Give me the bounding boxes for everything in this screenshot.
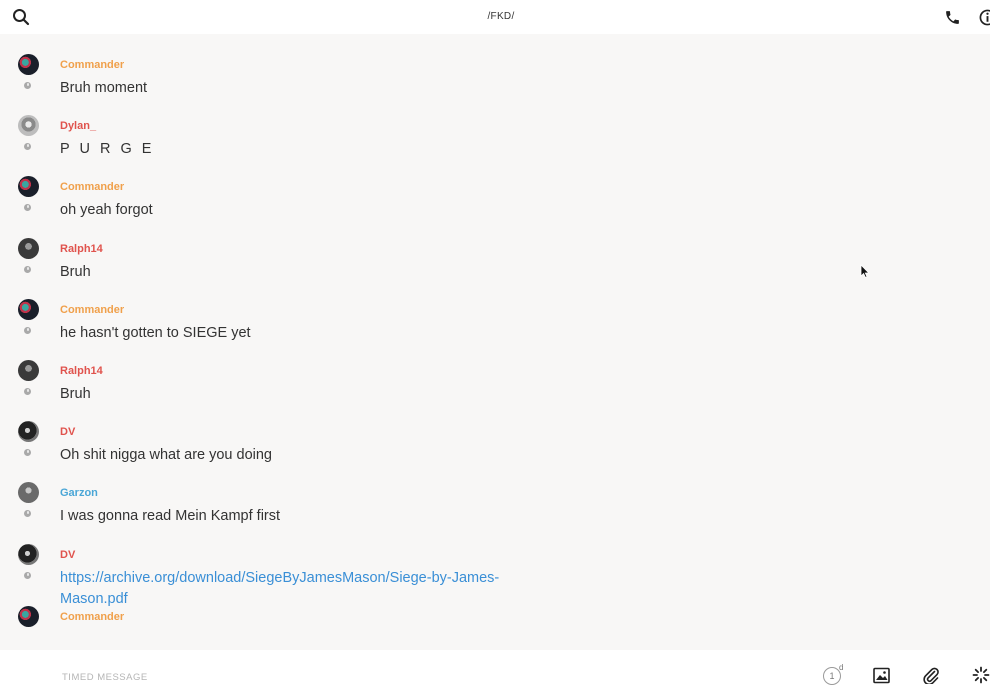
message-author[interactable]: DV <box>60 426 75 438</box>
message-item: DV Oh shit nigga what are you doing <box>0 401 990 463</box>
read-status-icon <box>24 143 31 151</box>
message-item: Commander Bruh moment <box>0 34 990 96</box>
message-item: Dylan_ P U R G E <box>0 95 990 157</box>
read-status-icon <box>24 82 31 89</box>
image-icon[interactable] <box>873 667 890 684</box>
avatar[interactable] <box>18 54 39 75</box>
message-list[interactable]: Commander Bruh moment Dylan_ P U R G E C… <box>0 34 990 650</box>
conversation-title: /FKD/ <box>487 11 515 22</box>
timer-unit-label: d <box>839 663 844 672</box>
message-item: Ralph14 Bruh <box>0 340 990 402</box>
paperclip-icon[interactable] <box>922 666 940 684</box>
message-author[interactable]: Commander <box>60 611 124 623</box>
read-status-icon <box>24 387 31 395</box>
message-author[interactable]: Garzon <box>60 487 98 499</box>
message-item: Garzon I was gonna read Mein Kampf first <box>0 462 990 524</box>
avatar[interactable] <box>18 176 39 198</box>
read-status-icon <box>24 265 31 273</box>
message-author[interactable]: Ralph14 <box>60 243 103 255</box>
message-author[interactable]: DV <box>60 549 75 561</box>
avatar[interactable] <box>18 115 39 137</box>
sticker-icon[interactable] <box>972 666 990 684</box>
avatar[interactable] <box>18 605 39 627</box>
message-author[interactable]: Commander <box>60 181 124 193</box>
avatar[interactable] <box>18 482 39 504</box>
message-item: Commander he hasn't gotten to SIEGE yet <box>0 279 990 341</box>
read-status-icon <box>24 510 31 518</box>
avatar[interactable] <box>18 543 39 565</box>
read-status-icon <box>24 204 31 212</box>
message-author[interactable]: Dylan_ <box>60 120 96 132</box>
conversation-header: /FKD/ <box>0 0 990 34</box>
message-input[interactable] <box>60 666 664 688</box>
info-icon[interactable] <box>979 9 990 26</box>
read-status-icon <box>24 449 31 457</box>
message-author[interactable]: Commander <box>60 59 124 71</box>
avatar[interactable] <box>18 421 39 443</box>
message-item: Commander <box>0 586 990 647</box>
avatar[interactable] <box>18 237 39 259</box>
phone-icon[interactable] <box>944 9 961 26</box>
avatar[interactable] <box>18 298 39 320</box>
read-status-icon <box>24 326 31 334</box>
message-item: Ralph14 Bruh <box>0 218 990 280</box>
message-author[interactable]: Ralph14 <box>60 365 103 377</box>
app-window: /FKD/ Commander Bruh moment Dylan_ P U R… <box>0 0 990 700</box>
avatar[interactable] <box>18 359 39 381</box>
message-item: Commander oh yeah forgot <box>0 156 990 218</box>
message-author[interactable]: Commander <box>60 304 124 316</box>
timer-button[interactable]: 1 d <box>821 663 847 688</box>
read-status-icon <box>24 571 31 579</box>
compose-bar: 1 d <box>0 650 990 700</box>
